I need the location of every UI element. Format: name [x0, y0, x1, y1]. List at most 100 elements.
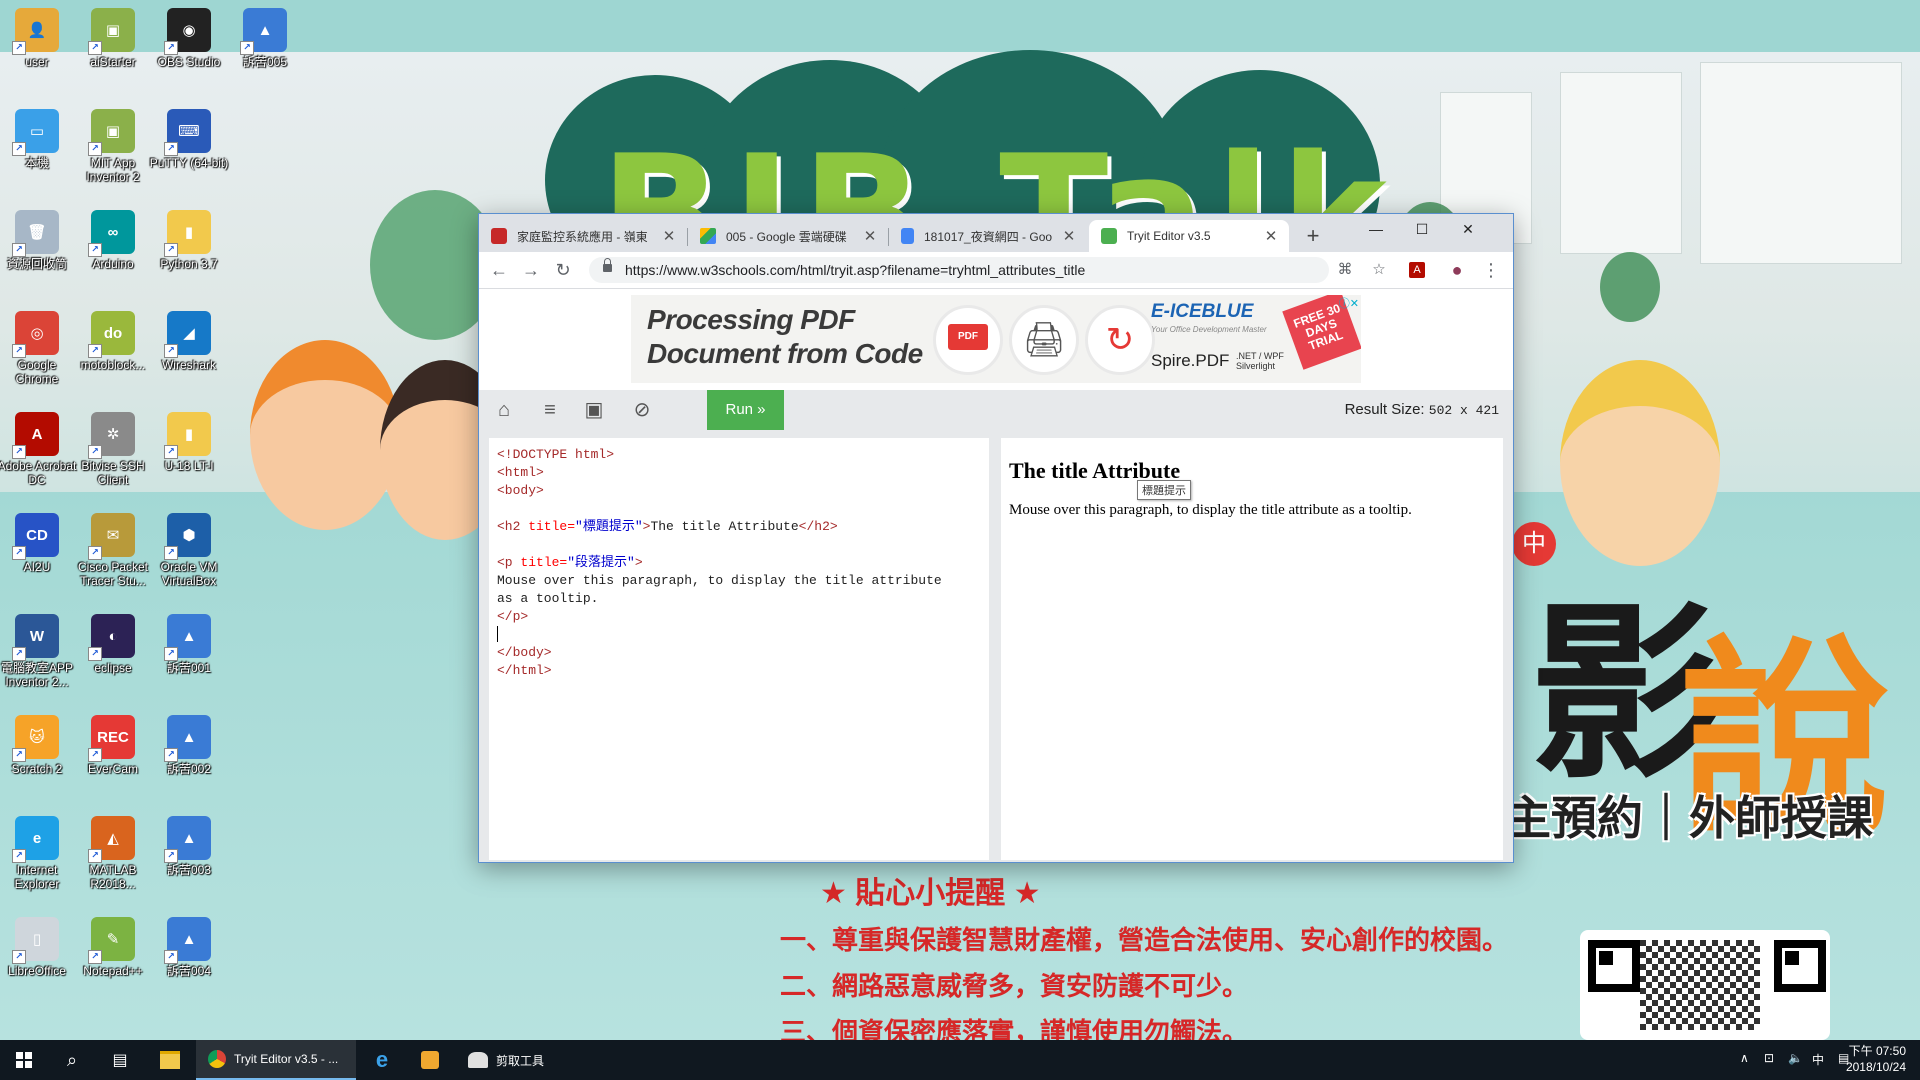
result-frame[interactable]: The title Attribute Mouse over this para…: [1001, 438, 1503, 860]
internet-explorer-icon: e: [375, 1047, 389, 1072]
tab-close-icon[interactable]: ✕: [1261, 227, 1281, 245]
shortcut-arrow-icon: ↗: [12, 142, 26, 156]
ad-close-icon[interactable]: ⓘ✕: [1339, 295, 1359, 311]
home-icon[interactable]: ⌂: [491, 398, 517, 422]
taskbar-chrome-tryit[interactable]: Tryit Editor v3.5 - ...: [196, 1040, 356, 1080]
tab-google-docs[interactable]: 181017_夜資網四 - Goo ✕: [889, 220, 1087, 252]
desktop-icon[interactable]: e ↗ Internet Explorer: [0, 816, 77, 891]
back-button[interactable]: ←: [487, 258, 511, 282]
page-content: Processing PDF Document from Code PDF 🖨 …: [479, 289, 1513, 862]
putty-icon: ⌨ ↗: [164, 109, 211, 156]
desktop-icon-label: user: [25, 55, 49, 69]
desktop-icon[interactable]: ▮ ↗ U-18 LT-I: [149, 412, 229, 473]
minimize-button[interactable]: —: [1353, 214, 1399, 244]
taskbar-snipping-tool[interactable]: 剪取工具: [456, 1040, 628, 1080]
file-explorer-button[interactable]: [146, 1040, 194, 1080]
shortcut-arrow-icon: ↗: [164, 142, 178, 156]
google-drive-icon: [700, 228, 716, 244]
desktop-icon[interactable]: ▲ ↗ 訴苦004: [149, 917, 229, 978]
desktop-icon[interactable]: W ↗ 電腦教室APP Inventor 2...: [0, 614, 77, 689]
desktop-icon-label: eclipse: [94, 661, 132, 675]
desktop-icon-label: 資源回收筒: [6, 257, 67, 271]
desktop-icon[interactable]: ◉ ↗ OBS Studio: [149, 8, 229, 69]
desktop-icon[interactable]: do ↗ motoblock...: [73, 311, 153, 372]
save-icon[interactable]: ▣: [581, 398, 607, 422]
taskbar-media-button[interactable]: [406, 1040, 454, 1080]
tab-tryit-editor[interactable]: Tryit Editor v3.5 ✕: [1089, 220, 1289, 252]
desktop-icon-label: aiStarter: [90, 55, 136, 69]
desktop-icon[interactable]: ▲ ↗ 訴苦002: [149, 715, 229, 776]
ad-banner[interactable]: Processing PDF Document from Code PDF 🖨 …: [631, 295, 1361, 383]
desktop-icon-label: LibreOffice: [8, 964, 66, 978]
taskbar-ie-button[interactable]: e: [358, 1040, 406, 1080]
desktop-icon[interactable]: ▭ ↗ 本機: [0, 109, 77, 170]
desktop-icon[interactable]: ✎ ↗ Notepad++: [73, 917, 153, 978]
volume-icon[interactable]: 🔈: [1788, 1051, 1803, 1065]
lock-icon[interactable]: [603, 258, 612, 272]
task-view-button[interactable]: ▤: [96, 1040, 144, 1080]
tray-chevron-icon[interactable]: ∧: [1740, 1051, 1749, 1065]
run-button[interactable]: Run »: [707, 390, 784, 430]
maximize-button[interactable]: ☐: [1399, 214, 1445, 244]
code-editor[interactable]: <!DOCTYPE html> <html> <body> <h2 title=…: [489, 438, 989, 860]
taskbar-clock[interactable]: 下午 07:50 2018/10/24: [1846, 1043, 1906, 1075]
shortcut-arrow-icon: ↗: [240, 41, 254, 55]
desktop-icon[interactable]: ✲ ↗ Bitvise SSH Client: [73, 412, 153, 487]
desktop-icon[interactable]: ◎ ↗ Google Chrome: [0, 311, 77, 386]
desktop-icon[interactable]: CD ↗ AI2U: [0, 513, 77, 574]
translate-icon[interactable]: ⌘: [1335, 260, 1355, 280]
desktop-icon[interactable]: REC ↗ EverCam: [73, 715, 153, 776]
desktop-icon[interactable]: ✉ ↗ Cisco Packet Tracer Stu...: [73, 513, 153, 588]
address-bar[interactable]: https://www.w3schools.com/html/tryit.asp…: [589, 257, 1329, 283]
taskbar-search-button[interactable]: ⌕: [48, 1040, 96, 1080]
shortcut-arrow-icon: ↗: [12, 344, 26, 358]
internet-explorer-icon: e ↗: [12, 816, 59, 863]
desktop-icon[interactable]: ◭ ↗ MATLAB R2018...: [73, 816, 153, 891]
desktop-icon[interactable]: 👤 ↗ user: [0, 8, 77, 69]
desktop-icon[interactable]: ▣ ↗ MIT App Inventor 2: [73, 109, 153, 184]
desktop-icon[interactable]: ◐ ↗ eclipse: [73, 614, 153, 675]
tab-family-monitoring[interactable]: 家庭監控系統應用 - 嶺東 ✕: [479, 220, 687, 252]
network-icon[interactable]: ⊡: [1764, 1051, 1774, 1065]
tips-title: ★ 貼心小提醒 ★: [820, 877, 1041, 910]
start-button[interactable]: [0, 1040, 48, 1080]
reload-button[interactable]: ↻: [551, 258, 575, 282]
shortcut-arrow-icon: ↗: [164, 849, 178, 863]
forward-button[interactable]: →: [519, 258, 543, 282]
desktop-icon[interactable]: ▣ ↗ aiStarter: [73, 8, 153, 69]
desktop-icon[interactable]: ∞ ↗ Arduino: [73, 210, 153, 271]
desktop-icon[interactable]: A ↗ Adobe Acrobat DC: [0, 412, 77, 487]
acrobat-extension-icon[interactable]: A: [1409, 262, 1425, 278]
shortcut-arrow-icon: ↗: [12, 748, 26, 762]
tab-close-icon[interactable]: ✕: [860, 227, 880, 245]
chrome-window[interactable]: 家庭監控系統應用 - 嶺東 ✕ 005 - Google 雲端硬碟 ✕ 1810…: [478, 213, 1514, 863]
desktop-icon[interactable]: ▲ ↗ 訴苦001: [149, 614, 229, 675]
image-file-icon: ▲ ↗: [164, 614, 211, 661]
desktop-icon[interactable]: ▲ ↗ 訴苦003: [149, 816, 229, 877]
desktop-icon[interactable]: 🐱 ↗ Scratch 2: [0, 715, 77, 776]
desktop-icon[interactable]: ▯ ↗ LibreOffice: [0, 917, 77, 978]
desktop-icon[interactable]: ⬢ ↗ Oracle VM VirtualBox: [149, 513, 229, 588]
tab-close-icon[interactable]: ✕: [1059, 227, 1079, 245]
menu-icon[interactable]: ≡: [537, 398, 563, 422]
tab-google-drive[interactable]: 005 - Google 雲端硬碟 ✕: [688, 220, 888, 252]
rotate-layout-icon[interactable]: ⊘: [629, 398, 655, 422]
desktop-icon[interactable]: ▮ ↗ Python 3.7: [149, 210, 229, 271]
profile-avatar-icon[interactable]: ●: [1447, 260, 1467, 280]
tab-close-icon[interactable]: ✕: [659, 227, 679, 245]
media-player-icon: [421, 1051, 439, 1069]
shortcut-arrow-icon: ↗: [164, 546, 178, 560]
wallpaper-badge: 中: [1512, 522, 1556, 566]
result-heading: The title Attribute: [1009, 458, 1181, 483]
bookmark-star-icon[interactable]: ☆: [1369, 260, 1389, 280]
android-icon: ▣ ↗: [88, 8, 135, 55]
shortcut-arrow-icon: ↗: [88, 41, 102, 55]
desktop-icon[interactable]: ▲ ↗ 訴苦005: [225, 8, 305, 69]
desktop-icon[interactable]: 🗑 ↗ 資源回收筒: [0, 210, 77, 271]
desktop-icon[interactable]: ◢ ↗ Wireshark: [149, 311, 229, 372]
desktop-icon[interactable]: ⌨ ↗ PuTTY (64-bit): [149, 109, 229, 170]
chrome-menu-icon[interactable]: ⋮: [1481, 260, 1501, 280]
new-tab-button[interactable]: +: [1299, 222, 1327, 250]
ime-indicator[interactable]: 中: [1812, 1051, 1824, 1068]
close-window-button[interactable]: ✕: [1445, 214, 1491, 244]
